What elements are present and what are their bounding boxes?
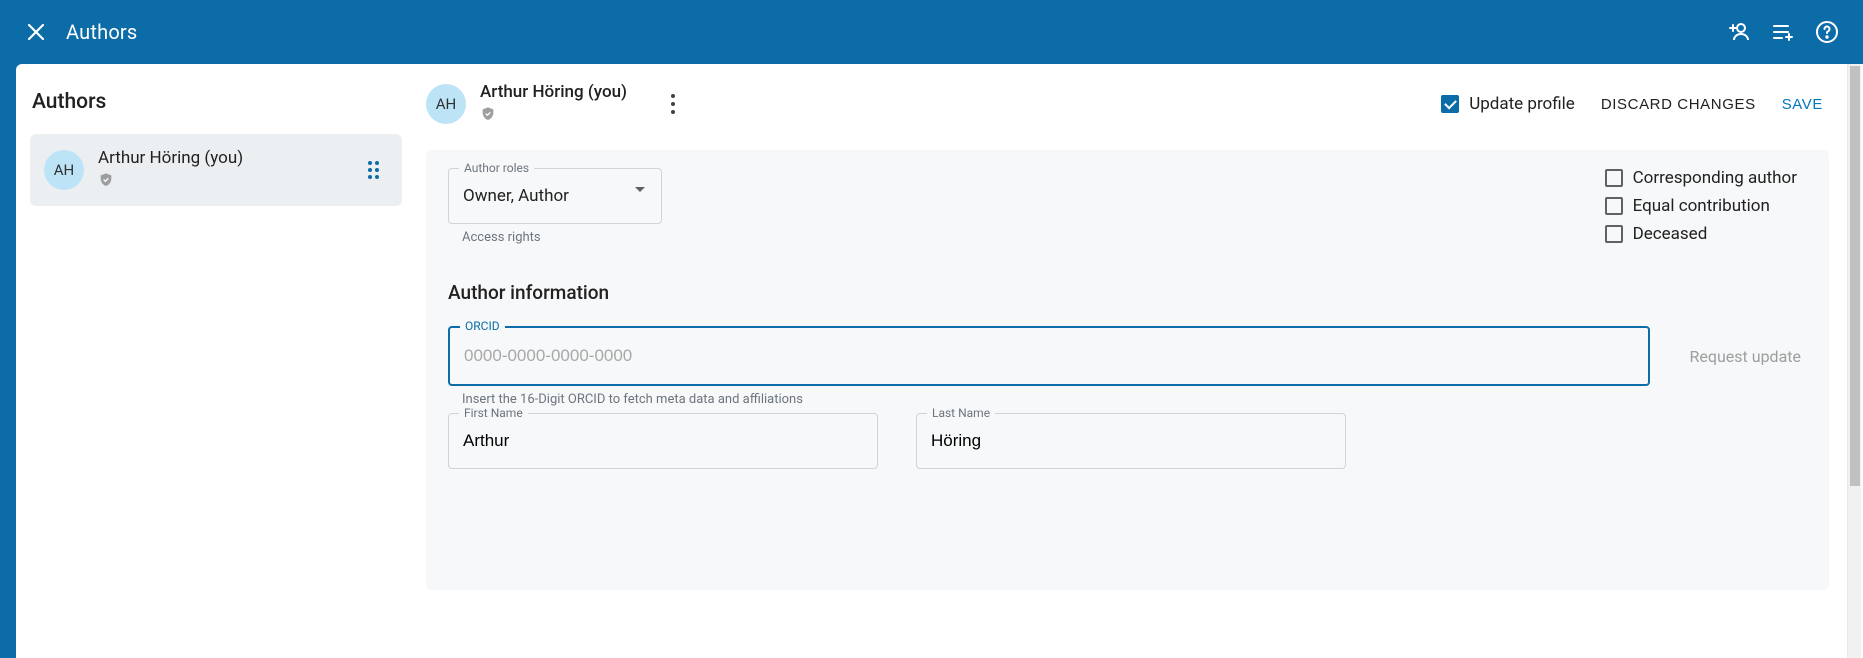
- author-name: Arthur Höring (you): [98, 148, 243, 168]
- orcid-helper: Insert the 16-Digit ORCID to fetch meta …: [448, 392, 1807, 407]
- author-roles-label: Author roles: [459, 161, 534, 175]
- author-roles-value: Owner, Author: [463, 186, 569, 206]
- checkbox-unchecked-icon: [1605, 169, 1623, 187]
- equal-contribution-checkbox[interactable]: Equal contribution: [1605, 196, 1797, 216]
- add-list-icon[interactable]: [1771, 20, 1795, 44]
- orcid-label: ORCID: [460, 319, 505, 333]
- author-detail-name: Arthur Höring (you): [480, 82, 627, 102]
- avatar: AH: [44, 150, 84, 190]
- chevron-down-icon: [635, 187, 645, 192]
- last-name-label: Last Name: [927, 406, 995, 420]
- corresponding-author-checkbox[interactable]: Corresponding author: [1605, 168, 1797, 188]
- last-name-input[interactable]: [931, 431, 1331, 451]
- update-profile-label: Update profile: [1469, 94, 1575, 114]
- discard-button[interactable]: Discard changes: [1601, 96, 1756, 113]
- sidebar: Authors AH Arthur Höring (you): [16, 64, 416, 658]
- checkbox-unchecked-icon: [1605, 197, 1623, 215]
- deceased-checkbox[interactable]: Deceased: [1605, 224, 1797, 244]
- main-panel: Authors AH Arthur Höring (you) AH: [16, 64, 1863, 658]
- form-area: Author roles Owner, Author Access rights…: [426, 150, 1829, 590]
- author-roles-select[interactable]: Author roles Owner, Author: [448, 168, 662, 224]
- deceased-label: Deceased: [1633, 224, 1708, 244]
- first-name-field-container: First Name: [448, 413, 878, 469]
- last-name-field-container: Last Name: [916, 413, 1346, 469]
- request-update-link: Request update: [1690, 347, 1807, 366]
- scrollbar-thumb[interactable]: [1850, 66, 1860, 486]
- orcid-input[interactable]: [464, 346, 1634, 366]
- scrollbar[interactable]: [1847, 64, 1861, 658]
- first-name-input[interactable]: [463, 431, 863, 451]
- checkbox-unchecked-icon: [1605, 225, 1623, 243]
- help-icon[interactable]: [1815, 20, 1839, 44]
- save-button[interactable]: Save: [1782, 96, 1823, 113]
- checkbox-checked-icon: [1441, 95, 1459, 113]
- author-list-item[interactable]: AH Arthur Höring (you): [30, 134, 402, 206]
- sidebar-title: Authors: [32, 90, 402, 114]
- verified-shield-icon: [98, 172, 243, 192]
- topbar: Authors: [16, 0, 1863, 64]
- topbar-title: Authors: [66, 20, 137, 44]
- equal-contribution-label: Equal contribution: [1633, 196, 1770, 216]
- first-name-label: First Name: [459, 406, 528, 420]
- add-person-icon[interactable]: [1727, 20, 1751, 44]
- author-roles-helper: Access rights: [448, 230, 662, 245]
- orcid-field-container: ORCID: [448, 326, 1650, 386]
- corresponding-author-label: Corresponding author: [1633, 168, 1797, 188]
- drag-handle-icon[interactable]: [368, 161, 386, 179]
- avatar: AH: [426, 84, 466, 124]
- main-content: AH Arthur Höring (you) Update profile D: [416, 64, 1863, 658]
- more-menu-icon[interactable]: [661, 84, 685, 124]
- close-icon[interactable]: [24, 20, 48, 44]
- section-title: Author information: [448, 281, 1807, 304]
- update-profile-checkbox[interactable]: Update profile: [1441, 94, 1575, 114]
- verified-shield-icon: [480, 106, 627, 126]
